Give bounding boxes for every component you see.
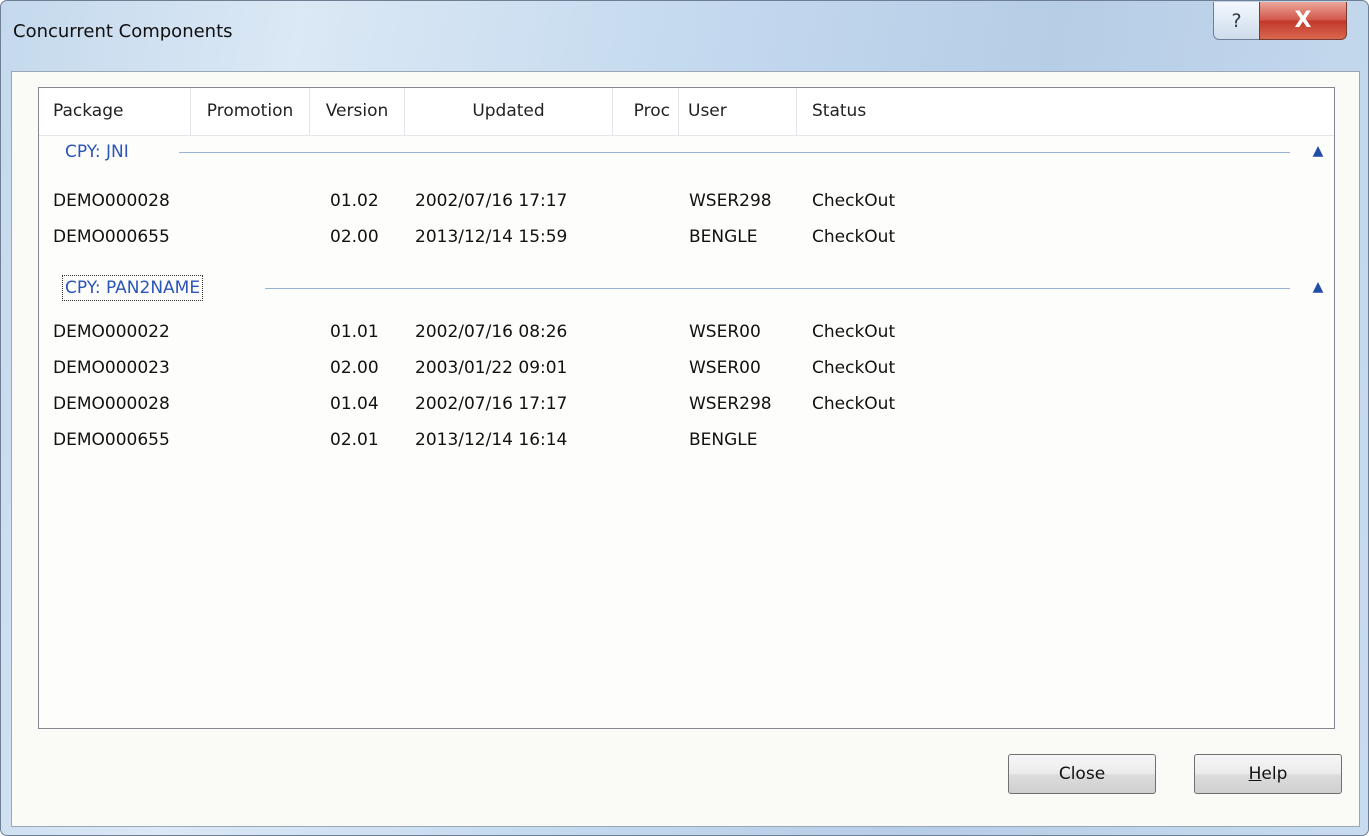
components-list[interactable]: Package Promotion Version Updated Proc U… [38, 87, 1335, 729]
column-header-proc[interactable]: Proc [613, 88, 679, 135]
chevron-up-icon[interactable]: ▲ [1310, 277, 1326, 297]
cell-user: WSER00 [689, 322, 761, 342]
cell-package: DEMO000028 [53, 394, 170, 414]
dialog-client-area: Package Promotion Version Updated Proc U… [11, 71, 1360, 827]
cell-status: CheckOut [812, 227, 896, 247]
table-row[interactable]: DEMO000655 02.01 2013/12/14 16:14 BENGLE [39, 422, 1334, 458]
group-divider [265, 288, 1290, 289]
cell-package: DEMO000028 [53, 191, 170, 211]
group-header-pan2name[interactable]: CPY: PAN2NAME ▲ [39, 271, 1334, 307]
cell-status: CheckOut [812, 191, 896, 211]
cell-version: 01.02 [330, 191, 379, 211]
cell-version: 02.00 [330, 358, 379, 378]
column-header-bar: Package Promotion Version Updated Proc U… [39, 88, 1334, 136]
cell-version: 01.04 [330, 394, 379, 414]
cell-version: 02.01 [330, 430, 379, 450]
help-button-label: elp [1261, 764, 1288, 784]
cell-user: BENGLE [689, 227, 758, 247]
help-button-mnemonic: H [1248, 764, 1262, 784]
title-bar[interactable]: Concurrent Components ? X [1, 1, 1368, 71]
cell-package: DEMO000655 [53, 430, 170, 450]
column-header-updated[interactable]: Updated [405, 88, 613, 135]
table-row[interactable]: DEMO000028 01.02 2002/07/16 17:17 WSER29… [39, 183, 1334, 219]
help-icon[interactable]: ? [1213, 2, 1260, 40]
cell-updated: 2002/07/16 08:26 [415, 322, 568, 342]
cell-user: BENGLE [689, 430, 758, 450]
help-button[interactable]: Help [1194, 754, 1342, 794]
dialog-window: Concurrent Components ? X Package Promot… [0, 0, 1369, 836]
cell-status: CheckOut [812, 322, 896, 342]
chevron-up-icon[interactable]: ▲ [1310, 141, 1326, 161]
column-header-version[interactable]: Version [310, 88, 405, 135]
cell-package: DEMO000655 [53, 227, 170, 247]
cell-updated: 2003/01/22 09:01 [415, 358, 568, 378]
group-divider [179, 152, 1290, 153]
cell-updated: 2013/12/14 16:14 [415, 430, 568, 450]
cell-package: DEMO000022 [53, 322, 170, 342]
column-header-promotion[interactable]: Promotion [191, 88, 310, 135]
group-label: CPY: PAN2NAME [61, 275, 204, 301]
table-row[interactable]: DEMO000022 01.01 2002/07/16 08:26 WSER00… [39, 314, 1334, 350]
cell-status: CheckOut [812, 358, 896, 378]
cell-status: CheckOut [812, 394, 896, 414]
column-header-status[interactable]: Status [797, 88, 1334, 135]
group-label: CPY: JNI [65, 142, 129, 162]
cell-package: DEMO000023 [53, 358, 170, 378]
close-button[interactable]: Close [1008, 754, 1156, 794]
cell-user: WSER298 [689, 191, 772, 211]
close-icon[interactable]: X [1259, 2, 1347, 40]
table-row[interactable]: DEMO000023 02.00 2003/01/22 09:01 WSER00… [39, 350, 1334, 386]
table-row[interactable]: DEMO000028 01.04 2002/07/16 17:17 WSER29… [39, 386, 1334, 422]
cell-version: 02.00 [330, 227, 379, 247]
cell-version: 01.01 [330, 322, 379, 342]
cell-updated: 2013/12/14 15:59 [415, 227, 568, 247]
window-title: Concurrent Components [13, 21, 233, 42]
column-header-user[interactable]: User [679, 88, 797, 135]
cell-updated: 2002/07/16 17:17 [415, 394, 568, 414]
cell-updated: 2002/07/16 17:17 [415, 191, 568, 211]
column-header-package[interactable]: Package [39, 88, 191, 135]
group-header-jni[interactable]: CPY: JNI ▲ [39, 135, 1334, 171]
cell-user: WSER00 [689, 358, 761, 378]
cell-user: WSER298 [689, 394, 772, 414]
table-row[interactable]: DEMO000655 02.00 2013/12/14 15:59 BENGLE… [39, 219, 1334, 255]
